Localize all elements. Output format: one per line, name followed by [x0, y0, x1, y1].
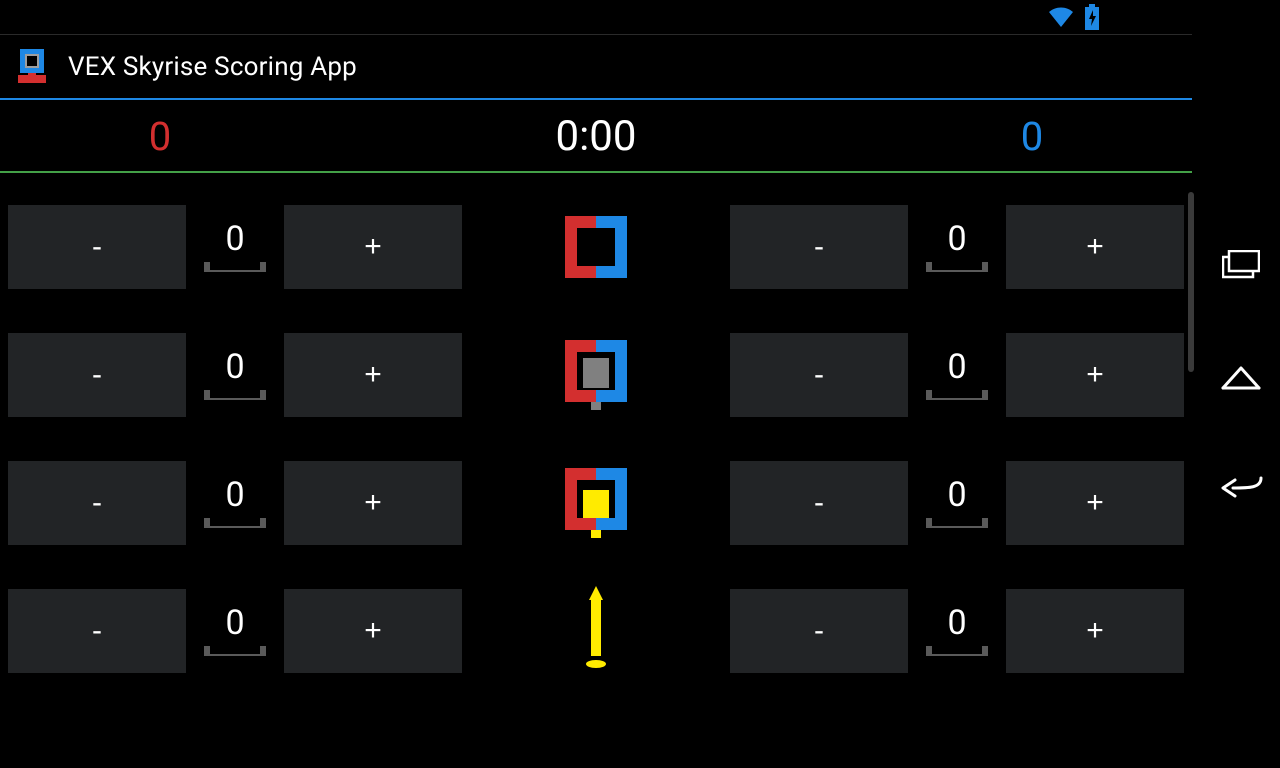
- blue-minus-button[interactable]: -: [730, 333, 908, 417]
- red-count: 0: [186, 606, 284, 656]
- red-count: 0: [186, 350, 284, 400]
- match-timer[interactable]: 0:00: [496, 112, 696, 161]
- red-plus-button[interactable]: +: [284, 205, 462, 289]
- blue-plus-button[interactable]: +: [1006, 461, 1184, 545]
- blue-minus-button[interactable]: -: [730, 589, 908, 673]
- scrollbar-thumb[interactable]: [1188, 192, 1194, 372]
- score-divider: [0, 171, 1192, 173]
- blue-count: 0: [908, 350, 1006, 400]
- battery-charging-icon: [1084, 4, 1100, 30]
- blue-plus-button[interactable]: +: [1006, 589, 1184, 673]
- status-bar: [0, 0, 1192, 34]
- row-cube-yellow: - 0 + -: [0, 439, 1192, 567]
- row-skyrise: - 0 + - 0: [0, 567, 1192, 695]
- red-minus-button[interactable]: -: [8, 589, 186, 673]
- red-minus-button[interactable]: -: [8, 333, 186, 417]
- back-icon[interactable]: [1219, 474, 1263, 502]
- row-cube-gray: - 0 + -: [0, 311, 1192, 439]
- app-icon: [12, 47, 52, 87]
- blue-count: 0: [908, 222, 1006, 272]
- red-plus-button[interactable]: +: [284, 461, 462, 545]
- app-title: VEX Skyrise Scoring App: [68, 52, 357, 82]
- blue-plus-button[interactable]: +: [1006, 333, 1184, 417]
- blue-minus-button[interactable]: -: [730, 461, 908, 545]
- blue-minus-button[interactable]: -: [730, 205, 908, 289]
- row-cube-empty: - 0 + - 0: [0, 183, 1192, 311]
- red-count: 0: [186, 478, 284, 528]
- recent-apps-icon[interactable]: [1222, 250, 1260, 284]
- red-minus-button[interactable]: -: [8, 461, 186, 545]
- skyrise-icon: [548, 586, 644, 676]
- red-score: 0: [60, 113, 260, 160]
- blue-count: 0: [908, 606, 1006, 656]
- blue-count: 0: [908, 478, 1006, 528]
- red-count: 0: [186, 222, 284, 272]
- action-bar: VEX Skyrise Scoring App: [0, 34, 1192, 98]
- blue-plus-button[interactable]: +: [1006, 205, 1184, 289]
- cube-yellow-icon: [548, 468, 644, 538]
- blue-score: 0: [932, 113, 1132, 160]
- scoring-grid: - 0 + - 0: [0, 179, 1192, 695]
- wifi-icon: [1048, 7, 1074, 27]
- cube-gray-icon: [548, 340, 644, 410]
- home-icon[interactable]: [1221, 364, 1261, 394]
- score-header: 0 0:00 0: [0, 100, 1192, 171]
- red-minus-button[interactable]: -: [8, 205, 186, 289]
- red-plus-button[interactable]: +: [284, 589, 462, 673]
- system-nav-bar: [1202, 0, 1280, 768]
- cube-empty-icon: [548, 216, 644, 278]
- red-plus-button[interactable]: +: [284, 333, 462, 417]
